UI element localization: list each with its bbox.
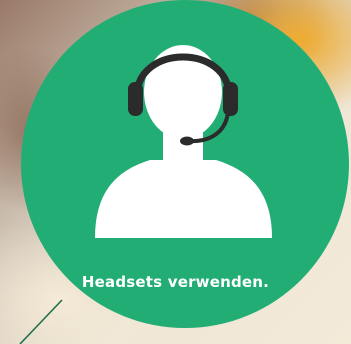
headset-person-icon (95, 45, 272, 238)
caption-text: Headsets verwenden. (81, 273, 270, 291)
